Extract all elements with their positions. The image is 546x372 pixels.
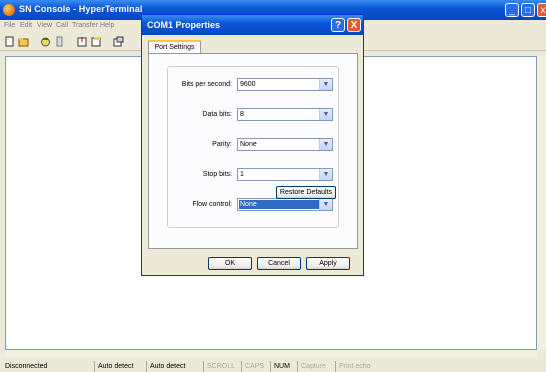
flow-control-row: Flow control: None ▼ xyxy=(168,198,338,212)
menu-help[interactable]: Help xyxy=(100,22,114,29)
stop-bits-select[interactable]: 1 ▼ xyxy=(237,168,333,181)
stop-bits-row: Stop bits: 1 ▼ xyxy=(168,168,338,182)
ok-button[interactable]: OK xyxy=(208,257,252,270)
parity-row: Parity: None ▼ xyxy=(168,138,338,152)
status-capture: Capture xyxy=(297,361,326,372)
maximize-button[interactable]: □ xyxy=(521,3,535,17)
disconnect-icon[interactable] xyxy=(54,36,65,47)
connect-icon[interactable] xyxy=(40,36,51,47)
chevron-down-icon[interactable]: ▼ xyxy=(319,199,332,210)
data-bits-label: Data bits: xyxy=(202,111,232,118)
cancel-button[interactable]: Cancel xyxy=(257,257,301,270)
menu-transfer[interactable]: Transfer xyxy=(72,22,98,29)
receive-icon[interactable] xyxy=(91,36,102,47)
menu-view[interactable]: View xyxy=(37,22,52,29)
flow-control-label: Flow control: xyxy=(192,201,232,208)
bits-per-second-label: Bits per second: xyxy=(181,81,232,88)
new-icon[interactable] xyxy=(4,36,15,47)
bits-per-second-value: 9600 xyxy=(240,81,256,88)
menu-file[interactable]: File xyxy=(4,22,15,29)
port-settings-panel: Bits per second: 9600 ▼ Data bits: 8 ▼ P… xyxy=(148,53,358,249)
chevron-down-icon[interactable]: ▼ xyxy=(319,109,332,120)
status-connection: Disconnected xyxy=(5,363,48,370)
parity-label: Parity: xyxy=(212,141,232,148)
vertical-scrollbar[interactable] xyxy=(537,56,546,350)
status-auto-detect-1: Auto detect xyxy=(94,361,133,372)
status-print-echo: Print echo xyxy=(335,361,371,372)
close-button[interactable]: x xyxy=(537,3,546,17)
status-auto-detect-2: Auto detect xyxy=(146,361,185,372)
properties-icon[interactable] xyxy=(113,36,124,47)
data-bits-value: 8 xyxy=(240,111,244,118)
chevron-down-icon[interactable]: ▼ xyxy=(319,169,332,180)
chevron-down-icon[interactable]: ▼ xyxy=(319,139,332,150)
dialog-help-button[interactable]: ? xyxy=(331,18,345,32)
status-num: NUM xyxy=(270,361,290,372)
bits-per-second-row: Bits per second: 9600 ▼ xyxy=(168,78,338,92)
data-bits-row: Data bits: 8 ▼ xyxy=(168,108,338,122)
hyperterminal-app-icon[interactable] xyxy=(3,4,15,16)
parity-value: None xyxy=(240,141,257,148)
flow-control-select[interactable]: None ▼ xyxy=(237,198,333,211)
stop-bits-value: 1 xyxy=(240,171,244,178)
dialog-close-button[interactable]: X xyxy=(347,18,361,32)
main-window-title: SN Console - HyperTerminal xyxy=(19,4,143,14)
horizontal-scrollbar[interactable] xyxy=(5,350,537,358)
status-bar: Disconnected Auto detect Auto detect SCR… xyxy=(0,360,546,372)
dialog-title-bar[interactable]: COM1 Properties ? X xyxy=(142,15,363,35)
bits-per-second-select[interactable]: 9600 ▼ xyxy=(237,78,333,91)
status-caps: CAPS xyxy=(241,361,264,372)
chevron-down-icon[interactable]: ▼ xyxy=(319,79,332,90)
port-settings-group: Bits per second: 9600 ▼ Data bits: 8 ▼ P… xyxy=(167,66,339,228)
send-icon[interactable] xyxy=(77,36,88,47)
menu-edit[interactable]: Edit xyxy=(20,22,32,29)
menu-call[interactable]: Call xyxy=(56,22,68,29)
stop-bits-label: Stop bits: xyxy=(202,171,232,178)
open-icon[interactable] xyxy=(18,36,29,47)
flow-control-value: None xyxy=(239,200,319,209)
parity-select[interactable]: None ▼ xyxy=(237,138,333,151)
apply-button[interactable]: Apply xyxy=(306,257,350,270)
dialog-title: COM1 Properties xyxy=(147,20,221,30)
minimize-button[interactable]: _ xyxy=(505,3,519,17)
restore-defaults-button[interactable]: Restore Defaults xyxy=(276,186,336,199)
data-bits-select[interactable]: 8 ▼ xyxy=(237,108,333,121)
com1-properties-dialog: COM1 Properties ? X Port Settings Bits p… xyxy=(141,14,364,276)
status-scroll: SCROLL xyxy=(203,361,235,372)
